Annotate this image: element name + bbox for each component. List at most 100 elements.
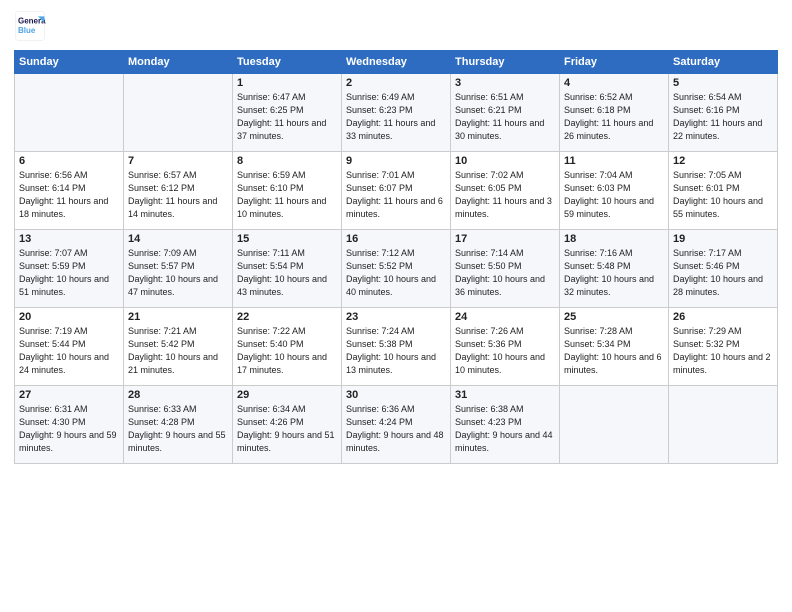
day-number: 31 bbox=[455, 389, 555, 401]
calendar-table: SundayMondayTuesdayWednesdayThursdayFrid… bbox=[14, 50, 778, 464]
day-info: Sunrise: 6:36 AMSunset: 4:24 PMDaylight:… bbox=[346, 403, 446, 455]
page: General Blue SundayMondayTuesdayWednesda… bbox=[0, 0, 792, 612]
day-info: Sunrise: 7:09 AMSunset: 5:57 PMDaylight:… bbox=[128, 247, 228, 299]
day-info: Sunrise: 7:26 AMSunset: 5:36 PMDaylight:… bbox=[455, 325, 555, 377]
calendar-day-cell: 26Sunrise: 7:29 AMSunset: 5:32 PMDayligh… bbox=[669, 308, 778, 386]
day-number: 20 bbox=[19, 311, 119, 323]
day-of-week-header: Saturday bbox=[669, 51, 778, 74]
day-info: Sunrise: 7:29 AMSunset: 5:32 PMDaylight:… bbox=[673, 325, 773, 377]
day-info: Sunrise: 6:51 AMSunset: 6:21 PMDaylight:… bbox=[455, 91, 555, 143]
calendar-week-row: 20 Sunrise: 7:19 AMSunset: 5:44 PMDayligh… bbox=[15, 308, 778, 386]
day-info: Sunrise: 7:07 AMSunset: 5:59 PMDaylight:… bbox=[19, 247, 119, 299]
day-number: 13 bbox=[19, 233, 119, 245]
day-number: 9 bbox=[346, 155, 446, 167]
calendar-day-cell: 23Sunrise: 7:24 AMSunset: 5:38 PMDayligh… bbox=[342, 308, 451, 386]
calendar-day-cell: 21Sunrise: 7:21 AMSunset: 5:42 PMDayligh… bbox=[124, 308, 233, 386]
day-info: Sunrise: 7:12 AMSunset: 5:52 PMDaylight:… bbox=[346, 247, 446, 299]
calendar-day-cell: 7Sunrise: 6:57 AMSunset: 6:12 PMDaylight… bbox=[124, 152, 233, 230]
calendar-day-cell bbox=[15, 74, 124, 152]
calendar-day-cell: 28 Sunrise: 6:33 AMSunset: 4:28 PMDayligh… bbox=[124, 386, 233, 464]
day-info: Sunrise: 7:01 AMSunset: 6:07 PMDaylight:… bbox=[346, 169, 446, 221]
day-info: Sunrise: 6:54 AMSunset: 6:16 PMDaylight:… bbox=[673, 91, 773, 143]
calendar-body: 1 Sunrise: 6:47 AMSunset: 6:25 PMDaylight… bbox=[15, 74, 778, 464]
day-info: Sunrise: 6:49 AMSunset: 6:23 PMDaylight:… bbox=[346, 91, 446, 143]
day-info: Sunrise: 6:52 AMSunset: 6:18 PMDaylight:… bbox=[564, 91, 664, 143]
calendar-day-cell: 10 Sunrise: 7:02 AMSunset: 6:05 PMDayligh… bbox=[451, 152, 560, 230]
calendar-day-cell: 6 Sunrise: 6:56 AMSunset: 6:14 PMDaylight… bbox=[15, 152, 124, 230]
calendar-day-cell: 16Sunrise: 7:12 AMSunset: 5:52 PMDayligh… bbox=[342, 230, 451, 308]
day-info: Sunrise: 6:34 AMSunset: 4:26 PMDaylight:… bbox=[237, 403, 337, 455]
calendar-week-row: 6 Sunrise: 6:56 AMSunset: 6:14 PMDaylight… bbox=[15, 152, 778, 230]
day-number: 28 bbox=[128, 389, 228, 401]
day-info: Sunrise: 7:16 AMSunset: 5:48 PMDaylight:… bbox=[564, 247, 664, 299]
calendar-day-cell: 14 Sunrise: 7:09 AMSunset: 5:57 PMDayligh… bbox=[124, 230, 233, 308]
day-number: 23 bbox=[346, 311, 446, 323]
day-number: 14 bbox=[128, 233, 228, 245]
calendar-day-cell bbox=[560, 386, 669, 464]
day-of-week-header: Friday bbox=[560, 51, 669, 74]
day-number: 8 bbox=[237, 155, 337, 167]
day-info: Sunrise: 6:56 AMSunset: 6:14 PMDaylight:… bbox=[19, 169, 119, 221]
calendar-day-cell: 2 Sunrise: 6:49 AMSunset: 6:23 PMDaylight… bbox=[342, 74, 451, 152]
day-number: 22 bbox=[237, 311, 337, 323]
calendar-day-cell: 22 Sunrise: 7:22 AMSunset: 5:40 PMDayligh… bbox=[233, 308, 342, 386]
day-number: 17 bbox=[455, 233, 555, 245]
calendar-day-cell bbox=[124, 74, 233, 152]
day-of-week-header: Thursday bbox=[451, 51, 560, 74]
calendar-week-row: 13 Sunrise: 7:07 AMSunset: 5:59 PMDayligh… bbox=[15, 230, 778, 308]
calendar-day-cell: 15Sunrise: 7:11 AMSunset: 5:54 PMDayligh… bbox=[233, 230, 342, 308]
calendar-day-cell: 17 Sunrise: 7:14 AMSunset: 5:50 PMDayligh… bbox=[451, 230, 560, 308]
calendar-day-cell: 11 Sunrise: 7:04 AMSunset: 6:03 PMDayligh… bbox=[560, 152, 669, 230]
calendar-day-cell: 18 Sunrise: 7:16 AMSunset: 5:48 PMDayligh… bbox=[560, 230, 669, 308]
calendar-day-cell: 12 Sunrise: 7:05 AMSunset: 6:01 PMDayligh… bbox=[669, 152, 778, 230]
calendar-day-cell: 4 Sunrise: 6:52 AMSunset: 6:18 PMDaylight… bbox=[560, 74, 669, 152]
day-number: 21 bbox=[128, 311, 228, 323]
day-of-week-header: Tuesday bbox=[233, 51, 342, 74]
day-info: Sunrise: 7:28 AMSunset: 5:34 PMDaylight:… bbox=[564, 325, 664, 377]
day-info: Sunrise: 7:19 AMSunset: 5:44 PMDaylight:… bbox=[19, 325, 119, 377]
day-number: 6 bbox=[19, 155, 119, 167]
day-info: Sunrise: 7:02 AMSunset: 6:05 PMDaylight:… bbox=[455, 169, 555, 221]
day-number: 7 bbox=[128, 155, 228, 167]
day-of-week-header: Sunday bbox=[15, 51, 124, 74]
calendar-header-row: SundayMondayTuesdayWednesdayThursdayFrid… bbox=[15, 51, 778, 74]
day-info: Sunrise: 7:04 AMSunset: 6:03 PMDaylight:… bbox=[564, 169, 664, 221]
day-info: Sunrise: 7:05 AMSunset: 6:01 PMDaylight:… bbox=[673, 169, 773, 221]
day-info: Sunrise: 7:22 AMSunset: 5:40 PMDaylight:… bbox=[237, 325, 337, 377]
day-number: 2 bbox=[346, 77, 446, 89]
day-info: Sunrise: 7:14 AMSunset: 5:50 PMDaylight:… bbox=[455, 247, 555, 299]
day-number: 4 bbox=[564, 77, 664, 89]
calendar-week-row: 27Sunrise: 6:31 AMSunset: 4:30 PMDayligh… bbox=[15, 386, 778, 464]
calendar-day-cell: 5 Sunrise: 6:54 AMSunset: 6:16 PMDaylight… bbox=[669, 74, 778, 152]
logo-icon: General Blue bbox=[14, 10, 46, 42]
calendar-day-cell: 20 Sunrise: 7:19 AMSunset: 5:44 PMDayligh… bbox=[15, 308, 124, 386]
day-info: Sunrise: 6:31 AMSunset: 4:30 PMDaylight:… bbox=[19, 403, 119, 455]
logo: General Blue bbox=[14, 10, 46, 42]
day-number: 11 bbox=[564, 155, 664, 167]
day-number: 29 bbox=[237, 389, 337, 401]
calendar-day-cell: 19 Sunrise: 7:17 AMSunset: 5:46 PMDayligh… bbox=[669, 230, 778, 308]
day-number: 5 bbox=[673, 77, 773, 89]
header: General Blue bbox=[14, 10, 778, 42]
day-info: Sunrise: 6:47 AMSunset: 6:25 PMDaylight:… bbox=[237, 91, 337, 143]
calendar-day-cell: 30 Sunrise: 6:36 AMSunset: 4:24 PMDayligh… bbox=[342, 386, 451, 464]
calendar-day-cell: 8 Sunrise: 6:59 AMSunset: 6:10 PMDaylight… bbox=[233, 152, 342, 230]
calendar-day-cell: 1 Sunrise: 6:47 AMSunset: 6:25 PMDaylight… bbox=[233, 74, 342, 152]
day-number: 19 bbox=[673, 233, 773, 245]
day-info: Sunrise: 7:17 AMSunset: 5:46 PMDaylight:… bbox=[673, 247, 773, 299]
day-number: 10 bbox=[455, 155, 555, 167]
day-info: Sunrise: 6:59 AMSunset: 6:10 PMDaylight:… bbox=[237, 169, 337, 221]
calendar-day-cell: 31Sunrise: 6:38 AMSunset: 4:23 PMDayligh… bbox=[451, 386, 560, 464]
calendar-day-cell: 27Sunrise: 6:31 AMSunset: 4:30 PMDayligh… bbox=[15, 386, 124, 464]
calendar-day-cell: 13 Sunrise: 7:07 AMSunset: 5:59 PMDayligh… bbox=[15, 230, 124, 308]
calendar-day-cell: 24 Sunrise: 7:26 AMSunset: 5:36 PMDayligh… bbox=[451, 308, 560, 386]
calendar-day-cell: 3Sunrise: 6:51 AMSunset: 6:21 PMDaylight… bbox=[451, 74, 560, 152]
svg-text:Blue: Blue bbox=[18, 26, 36, 35]
calendar-day-cell: 25Sunrise: 7:28 AMSunset: 5:34 PMDayligh… bbox=[560, 308, 669, 386]
day-number: 12 bbox=[673, 155, 773, 167]
day-number: 24 bbox=[455, 311, 555, 323]
day-info: Sunrise: 6:33 AMSunset: 4:28 PMDaylight:… bbox=[128, 403, 228, 455]
day-number: 18 bbox=[564, 233, 664, 245]
day-number: 1 bbox=[237, 77, 337, 89]
day-number: 30 bbox=[346, 389, 446, 401]
